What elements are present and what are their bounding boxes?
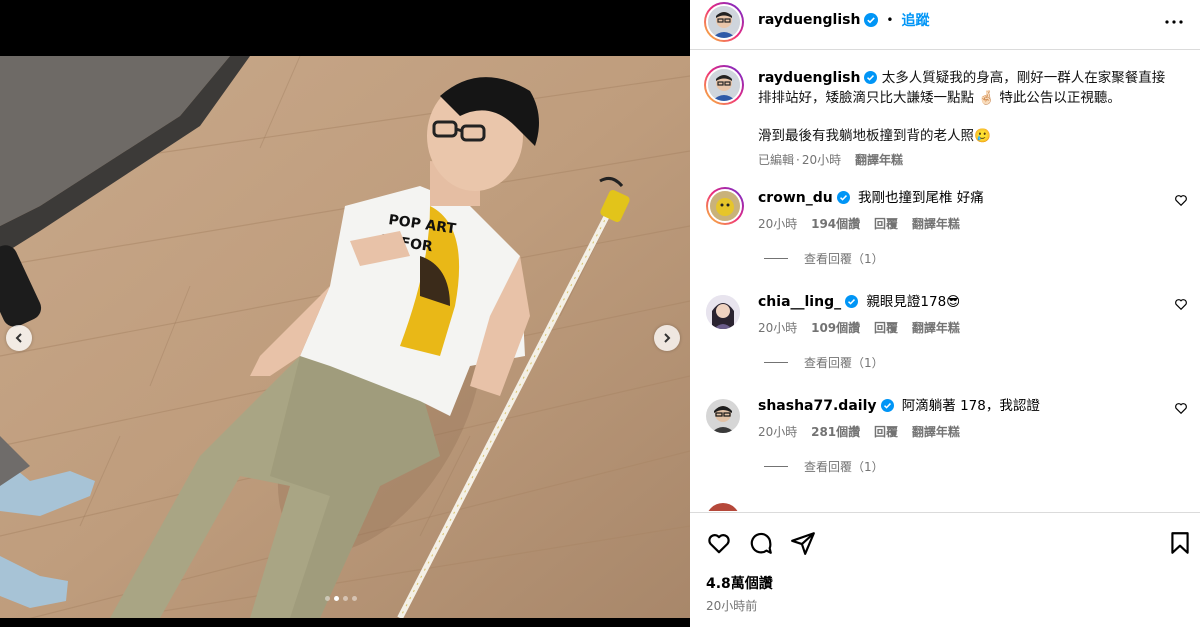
comment-body: chia__ling_ 親眼見證178😎 [758,293,1158,311]
photo-illustration: POP ART IS FOR [0,56,690,618]
comment-text: 阿滴躺著 178，我認證 [901,398,1040,414]
comment-meta: 20小時 109個讚 回覆 翻譯年糕 [758,319,970,336]
view-replies-label: 查看回覆（1） [804,460,884,474]
comment-likes[interactable]: 281個讚 [811,425,860,439]
verified-badge-icon [880,399,894,412]
comments-section[interactable]: rayduenglish 太多人質疑我的身高，剛好一群人在家聚餐直接 排排站好，… [690,51,1200,511]
commenter-avatar[interactable] [706,187,744,225]
carousel-dot [343,596,348,601]
comment-time: 20小時 [758,425,798,439]
author-avatar-image [708,6,740,38]
comment-heart-icon[interactable] [1174,401,1188,415]
comment-body: shasha77.daily 阿滴躺著 178，我認證 [758,397,1158,415]
view-replies-line [764,258,788,259]
comment-bubble-icon[interactable] [748,530,774,556]
chevron-right-icon [664,333,671,343]
commenter-avatar-image [710,191,740,221]
commenter-avatar-partial[interactable] [706,503,740,511]
comment-username[interactable]: shasha77.daily [758,398,877,414]
post-caption: rayduenglish 太多人質疑我的身高，剛好一群人在家聚餐直接 排排站好，… [758,68,1178,170]
view-replies-button[interactable]: 查看回覆（1） [764,458,884,475]
commenter-avatar-image [706,399,740,433]
chevron-left-icon [15,333,22,343]
caption-time: 20小時 [801,153,842,167]
verified-badge-icon [864,71,878,84]
caption-line-1: 太多人質疑我的身高，剛好一群人在家聚餐直接 [881,70,1166,86]
caption-line-3: 滑到最後有我躺地板撞到背的老人照🥲 [758,128,991,144]
comment-username[interactable]: crown_du [758,190,833,206]
commenter-avatar[interactable] [706,295,740,329]
comment-likes[interactable]: 194個讚 [811,217,860,231]
bookmark-icon[interactable] [1167,530,1193,556]
comment-heart-icon[interactable] [1174,193,1188,207]
post-timestamp[interactable]: 20小時前 [706,597,757,614]
caption-line-2: 排排站好，矮臉滴只比大謙矮一點點 🤞🏻 特此公告以正視聽。 [758,90,1121,106]
heart-icon[interactable] [706,530,732,556]
verified-badge-icon [836,191,850,204]
caption-author-avatar[interactable] [704,65,744,105]
more-horizontal-icon[interactable] [1162,10,1186,34]
view-replies-line [764,362,788,363]
post-sidebar: rayduenglish • 追蹤 rayduenglish 太多人質疑我的身高… [690,0,1200,627]
comment-reply-link[interactable]: 回覆 [874,217,898,231]
comment-likes[interactable]: 109個讚 [811,321,860,335]
view-replies-label: 查看回覆（1） [804,356,884,370]
follow-button[interactable]: 追蹤 [902,10,930,30]
caption-meta: 已編輯 · 20小時 翻譯年糕 [758,153,903,167]
verified-badge-icon [845,295,859,308]
comment-text: 我剛也撞到尾椎 好痛 [858,190,984,206]
view-replies-line [764,466,788,467]
comment-meta: 20小時 194個讚 回覆 翻譯年糕 [758,215,970,232]
like-count[interactable]: 4.8萬個讚 [706,573,773,593]
share-plane-icon[interactable] [790,530,816,556]
commenter-avatar-image [706,295,740,329]
instagram-post-view: POP ART IS FOR rayduenglish • 追蹤 rayduen… [0,0,1200,627]
view-replies-button[interactable]: 查看回覆（1） [764,354,884,371]
comment-translate-link[interactable]: 翻譯年糕 [912,217,960,231]
caption-avatar-image [708,69,740,101]
comment-time: 20小時 [758,217,798,231]
view-replies-button[interactable]: 查看回覆（1） [764,250,884,267]
verified-badge-icon [864,13,879,27]
comment-body: crown_du 我剛也撞到尾椎 好痛 [758,189,1158,207]
author-username[interactable]: rayduenglish [758,12,860,28]
comment-time: 20小時 [758,321,798,335]
comment-translate-link[interactable]: 翻譯年糕 [912,425,960,439]
carousel-dot [352,596,357,601]
caption-username[interactable]: rayduenglish [758,70,860,86]
post-actions: 4.8萬個讚 20小時前 [690,512,1200,627]
carousel-dot [334,596,339,601]
carousel-next-button[interactable] [654,325,680,351]
comment-username[interactable]: chia__ling_ [758,294,841,310]
comment-reply-link[interactable]: 回覆 [874,321,898,335]
comment-meta: 20小時 281個讚 回覆 翻譯年糕 [758,423,970,440]
comment-translate-link[interactable]: 翻譯年糕 [912,321,960,335]
carousel-prev-button[interactable] [6,325,32,351]
view-replies-label: 查看回覆（1） [804,252,884,266]
comment-heart-icon[interactable] [1174,297,1188,311]
post-photo: POP ART IS FOR [0,56,690,618]
carousel-dot [325,596,330,601]
header-user-row: rayduenglish • 追蹤 [758,10,930,30]
caption-translate-link[interactable]: 翻譯年糕 [855,153,903,167]
carousel-indicator [325,596,357,601]
post-header: rayduenglish • 追蹤 [690,0,1200,50]
comment-text: 親眼見證178😎 [866,294,961,310]
comment-reply-link[interactable]: 回覆 [874,425,898,439]
header-separator: • [886,13,894,27]
post-media: POP ART IS FOR [0,0,690,627]
commenter-avatar[interactable] [706,399,740,433]
caption-edited: 已編輯 [758,153,795,167]
author-avatar[interactable] [704,2,744,42]
